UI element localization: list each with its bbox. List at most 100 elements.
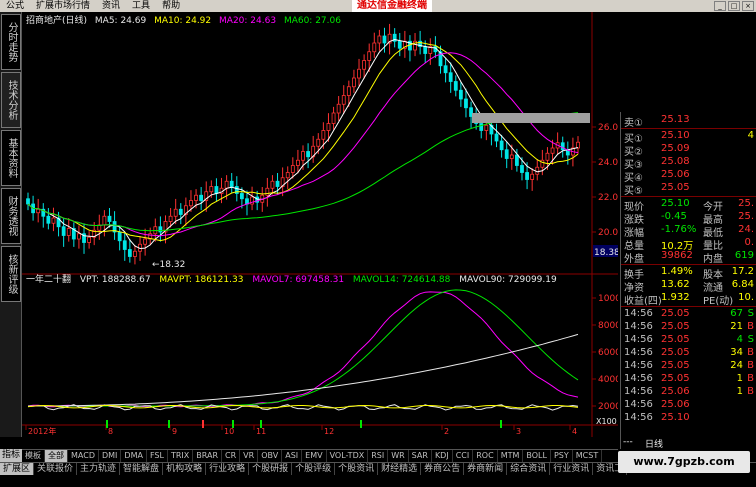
- daily-tab[interactable]: 日线: [645, 437, 663, 450]
- indicator-tab-vol-tdx[interactable]: VOL-TDX: [327, 450, 369, 462]
- candle-body: [26, 198, 30, 205]
- tab-financials[interactable]: 财务透视: [1, 188, 21, 244]
- indicator-tick-label: 6000: [598, 348, 618, 358]
- tick-row: 14:56 25.05 1 B: [621, 373, 756, 386]
- indicator-tab-dma[interactable]: DMA: [121, 450, 147, 462]
- chart-header: 招商地产(日线) MA5: 24.69 MA10: 24.92 MA20: 24…: [26, 13, 346, 26]
- candle-body: [122, 240, 127, 250]
- bottom-tab[interactable]: 行业攻略: [206, 463, 250, 475]
- bottom-tab[interactable]: 智能解盘: [120, 463, 164, 475]
- menu-news[interactable]: 资讯: [96, 0, 126, 12]
- indicator-tab-mcst[interactable]: MCST: [573, 450, 603, 462]
- kline-chart[interactable]: 26.00 24.00 22.00 20.00 18.38 ←18.32 10000 800…: [22, 12, 618, 437]
- tick-time: 14:56: [624, 412, 653, 423]
- indicator-tab-rsi[interactable]: RSI: [368, 450, 389, 462]
- candle-body: [499, 140, 504, 151]
- indicator-tab-kdj[interactable]: KDJ: [432, 450, 453, 462]
- buy-price: 25.10: [661, 130, 690, 141]
- buy-row: 买④ 25.06: [621, 169, 756, 184]
- tick-time: 14:56: [624, 373, 653, 384]
- bottom-tab[interactable]: 行业资讯: [550, 463, 594, 475]
- bottom-tab[interactable]: 个股研报: [249, 463, 293, 475]
- chart-area[interactable]: 26.00 24.00 22.00 20.00 18.38 ←18.32 10000 800…: [22, 12, 618, 437]
- tab-intraday[interactable]: 分时走势: [1, 14, 21, 70]
- indicator-tab-trix[interactable]: TRIX: [168, 450, 194, 462]
- tick-price: 25.05: [661, 321, 690, 332]
- indicator-tab-fsl[interactable]: FSL: [147, 450, 168, 462]
- sell-row: 卖① 25.13: [621, 114, 756, 129]
- bottom-tab[interactable]: 券商新闻: [464, 463, 508, 475]
- indicator-tab-roc[interactable]: ROC: [473, 450, 498, 462]
- tick-price: 25.06: [661, 386, 690, 397]
- tab-rating[interactable]: 核新评级: [1, 246, 21, 302]
- candle-body: [301, 151, 305, 161]
- bottom-tab[interactable]: 券商公告: [421, 463, 465, 475]
- candle-body: [514, 154, 519, 166]
- tick-time: 14:56: [624, 386, 653, 397]
- bottom-tab[interactable]: 关联报价: [34, 463, 78, 475]
- candle-body: [357, 68, 361, 79]
- tick-price: 25.06: [661, 399, 690, 410]
- tick-row: 14:56 25.05 34 B: [621, 347, 756, 360]
- candle-body: [494, 133, 499, 142]
- candle-body: [270, 180, 275, 189]
- bottom-tab[interactable]: 个股评级: [292, 463, 336, 475]
- indicator-tab-macd[interactable]: MACD: [68, 450, 99, 462]
- ma20-label: MA20: 24.63: [219, 16, 277, 26]
- indicator-tab-dmi[interactable]: DMI: [99, 450, 122, 462]
- candle-body: [265, 187, 270, 196]
- minimize-icon[interactable]: _: [714, 1, 726, 11]
- indicator-tab-cci[interactable]: CCI: [453, 450, 474, 462]
- indicator-tab-vr[interactable]: VR: [240, 450, 259, 462]
- indicator-tab-asi[interactable]: ASI: [282, 450, 303, 462]
- candle-body: [133, 250, 137, 257]
- indicator-tab-全部[interactable]: 全部: [45, 450, 68, 462]
- indicator-tab-mtm[interactable]: MTM: [498, 450, 524, 462]
- bottom-tab[interactable]: 扩展区: [0, 463, 35, 475]
- menu-tools[interactable]: 工具: [126, 0, 156, 12]
- close-icon[interactable]: ×: [742, 1, 754, 11]
- indicator-tab-emv[interactable]: EMV: [302, 450, 327, 462]
- price-tag: 18.38: [594, 248, 618, 258]
- bottom-tab[interactable]: 财经精选: [378, 463, 422, 475]
- indicator-tab-wr[interactable]: WR: [388, 450, 409, 462]
- mavol14-label: MAVOL14: 724614.88: [352, 275, 451, 285]
- candle-body: [479, 123, 484, 131]
- menu-ext-market[interactable]: 扩展市场行情: [30, 0, 96, 12]
- candle-body: [377, 35, 382, 44]
- tick-row: 14:56 25.06 1 B: [621, 386, 756, 399]
- stat-row: 涨幅 -1.76% 最低 24.: [621, 224, 756, 239]
- order-book-panel: 卖① 25.13 买① 25.10 4 买② 25.09 买③ 25.08 买④ 25.06 买⑤ 25…: [620, 112, 756, 450]
- indicator-tab-cr[interactable]: CR: [222, 450, 241, 462]
- tick-row: 14:56 25.05 24 B: [621, 360, 756, 373]
- window-controls: _ □ ×: [714, 1, 754, 11]
- buy-row: 买⑤ 25.05: [621, 182, 756, 197]
- maximize-icon[interactable]: □: [728, 1, 740, 11]
- indicator-tab-brar[interactable]: BRAR: [193, 450, 223, 462]
- candle-body: [397, 40, 402, 49]
- candle-body: [306, 151, 310, 158]
- indicator-menu-button[interactable]: 指标: [0, 449, 22, 462]
- menu-help[interactable]: 帮助: [156, 0, 186, 12]
- candle-body: [520, 165, 524, 173]
- bottom-tab[interactable]: 机构攻略: [163, 463, 207, 475]
- bottom-tab[interactable]: 综合资讯: [507, 463, 551, 475]
- indicator-tab-obv[interactable]: OBV: [258, 450, 283, 462]
- bottom-tab[interactable]: 个股资讯: [335, 463, 379, 475]
- indicator-lines-group: [27, 289, 579, 411]
- buy-price: 25.06: [661, 169, 690, 180]
- buy-price: 25.09: [661, 143, 690, 154]
- indicator-tab-psy[interactable]: PSY: [551, 450, 573, 462]
- bottom-tab[interactable]: 主力轨迹: [77, 463, 121, 475]
- page-button[interactable]: ---: [623, 437, 633, 447]
- signal-marker: [260, 420, 262, 428]
- tab-fundamentals[interactable]: 基本资料: [1, 130, 21, 186]
- candle-body: [275, 180, 280, 187]
- indicator-tab-模板[interactable]: 模板: [22, 450, 45, 462]
- menu-formula[interactable]: 公式: [0, 0, 30, 12]
- indicator-tab-sar[interactable]: SAR: [409, 450, 432, 462]
- tab-technical[interactable]: 技术分析: [1, 72, 21, 128]
- indicator-tab-boll[interactable]: BOLL: [523, 450, 551, 462]
- info-label: 收益(四): [624, 296, 662, 307]
- info-value: 1.49%: [661, 266, 693, 277]
